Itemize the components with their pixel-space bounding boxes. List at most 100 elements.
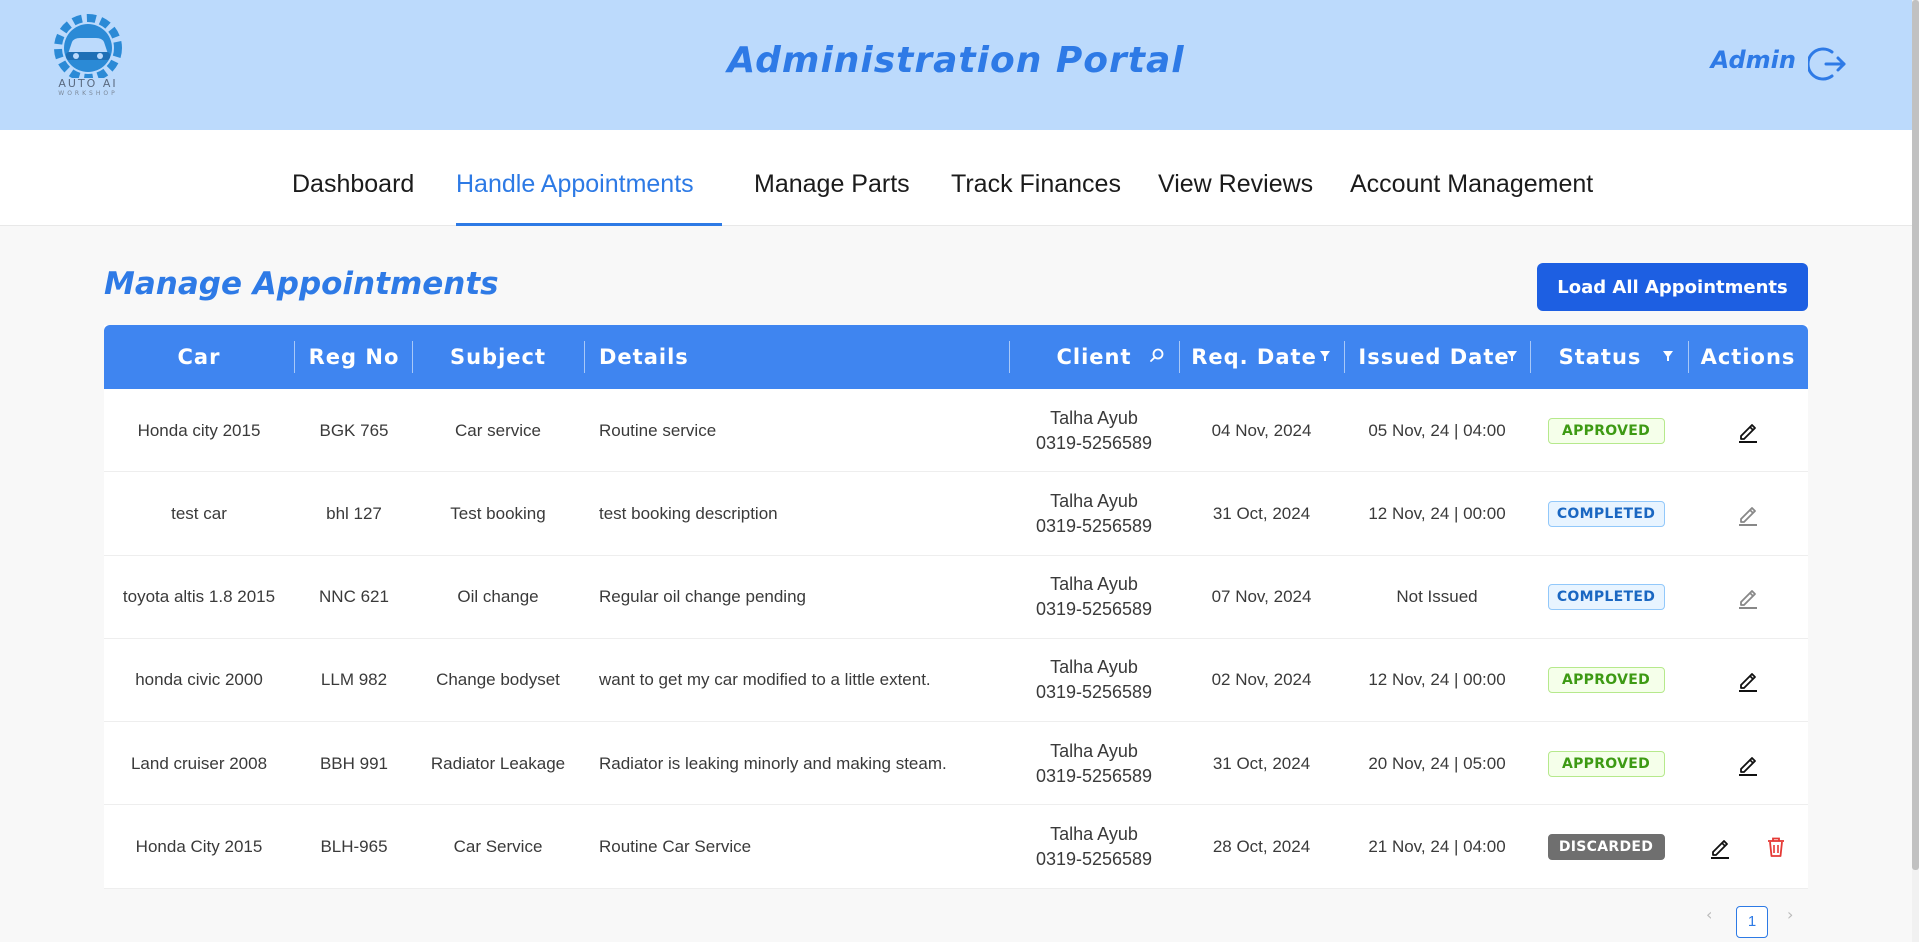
cell-status: APPROVED (1530, 722, 1682, 805)
cell-reg-no: BGK 765 (319, 420, 389, 440)
tab-view-reviews[interactable]: View Reviews (1158, 170, 1313, 199)
search-icon[interactable] (1149, 347, 1165, 365)
cell-client: Talha Ayub 0319-5256589 (1009, 389, 1179, 472)
cell-car: test car (171, 503, 227, 523)
edit-icon[interactable] (1735, 667, 1761, 693)
column-header-status: Status (1558, 345, 1642, 369)
cell-actions (1688, 805, 1808, 888)
next-page-button[interactable]: › (1787, 905, 1793, 924)
cell-issued-date: 05 Nov, 24 | 04:00 (1368, 420, 1506, 440)
client-name: Talha Ayub (1050, 740, 1138, 761)
client-name: Talha Ayub (1050, 823, 1138, 844)
status-badge: DISCARDED (1547, 833, 1665, 860)
cell-req-date: 31 Oct, 2024 (1212, 753, 1311, 773)
cell-subject: Test booking (450, 503, 546, 523)
cell-actions (1688, 389, 1808, 472)
cell-details: test booking description (599, 503, 778, 523)
status-badge: APPROVED (1547, 417, 1665, 444)
cell-car: honda civic 2000 (135, 670, 263, 690)
client-name: Talha Ayub (1050, 657, 1138, 678)
cell-reg-no: BBH 991 (319, 753, 389, 773)
table-header: Car Reg No Subject Details Client Req. D… (104, 325, 1808, 389)
cell-car: Land cruiser 2008 (130, 753, 268, 773)
tab-manage-parts[interactable]: Manage Parts (754, 170, 910, 199)
trash-icon[interactable] (1763, 834, 1789, 860)
cell-client: Talha Ayub 0319-5256589 (1009, 639, 1179, 722)
cell-actions (1688, 722, 1808, 805)
column-header-details: Details (599, 345, 689, 369)
edit-icon[interactable] (1735, 584, 1761, 610)
cell-actions (1688, 639, 1808, 722)
cell-issued-date: 20 Nov, 24 | 05:00 (1368, 753, 1506, 773)
appointments-table: Car Reg No Subject Details Client Req. D… (104, 325, 1808, 889)
cell-req-date: 31 Oct, 2024 (1212, 503, 1311, 523)
column-header-issued-date: Issued Date (1358, 345, 1510, 369)
table-body: Honda city 2015 BGK 765 Car service Rout… (104, 389, 1808, 889)
client-phone: 0319-5256589 (1035, 848, 1153, 869)
cell-req-date: 28 Oct, 2024 (1212, 836, 1311, 856)
active-tab-indicator (456, 223, 722, 226)
table-row: Honda City 2015 BLH-965 Car Service Rout… (104, 805, 1808, 889)
prev-page-button[interactable]: ‹ (1706, 905, 1712, 924)
tab-handle-appointments[interactable]: Handle Appointments (456, 170, 694, 199)
table-row: toyota altis 1.8 2015 NNC 621 Oil change… (104, 556, 1808, 639)
logout-icon[interactable] (1808, 44, 1848, 84)
top-header: AUTO AI WORKSHOP Administration Portal A… (0, 0, 1912, 130)
filter-icon[interactable] (1660, 347, 1676, 365)
edit-icon[interactable] (1735, 418, 1761, 444)
cell-reg-no: BLH-965 (320, 836, 388, 856)
cell-actions (1688, 556, 1808, 639)
tab-track-finances[interactable]: Track Finances (951, 170, 1121, 199)
cell-subject: Car Service (453, 836, 543, 856)
table-row: Honda city 2015 BGK 765 Car service Rout… (104, 389, 1808, 473)
filter-icon[interactable] (1317, 347, 1333, 365)
edit-icon[interactable] (1735, 751, 1761, 777)
edit-icon[interactable] (1735, 501, 1761, 527)
status-badge: APPROVED (1547, 667, 1665, 694)
client-phone: 0319-5256589 (1035, 682, 1153, 703)
cell-car: Honda City 2015 (135, 836, 263, 856)
client-phone: 0319-5256589 (1035, 515, 1153, 536)
cell-req-date: 07 Nov, 2024 (1211, 587, 1312, 607)
column-header-subject: Subject (449, 345, 547, 369)
cell-client: Talha Ayub 0319-5256589 (1009, 472, 1179, 555)
status-badge: COMPLETED (1547, 584, 1665, 611)
tab-dashboard[interactable]: Dashboard (292, 170, 414, 199)
table-row: honda civic 2000 LLM 982 Change bodyset … (104, 639, 1808, 723)
cell-req-date: 04 Nov, 2024 (1211, 420, 1312, 440)
cell-actions (1688, 472, 1808, 555)
cell-details: want to get my car modified to a little … (599, 670, 931, 690)
admin-user-label[interactable]: Admin (1711, 46, 1796, 74)
client-name: Talha Ayub (1050, 407, 1138, 428)
scrollbar-track[interactable] (1912, 0, 1919, 942)
cell-issued-date: Not Issued (1396, 587, 1478, 607)
column-header-car: Car (177, 345, 221, 369)
page-number-button[interactable]: 1 (1736, 906, 1768, 938)
status-badge: COMPLETED (1547, 500, 1665, 527)
cell-subject: Radiator Leakage (430, 753, 566, 773)
column-header-actions: Actions (1700, 345, 1796, 369)
column-divider (584, 341, 585, 373)
cell-client: Talha Ayub 0319-5256589 (1009, 556, 1179, 639)
client-phone: 0319-5256589 (1035, 432, 1153, 453)
cell-status: COMPLETED (1530, 472, 1682, 555)
table-row: test car bhl 127 Test booking test booki… (104, 472, 1808, 556)
filter-icon[interactable] (1504, 347, 1520, 365)
cell-status: COMPLETED (1530, 556, 1682, 639)
cell-subject: Change bodyset (436, 670, 560, 690)
status-badge: APPROVED (1547, 750, 1665, 777)
load-all-appointments-button[interactable]: Load All Appointments (1537, 263, 1808, 311)
column-header-reg-no: Reg No (308, 345, 400, 369)
tab-account-management[interactable]: Account Management (1350, 170, 1593, 199)
cell-details: Radiator is leaking minorly and making s… (599, 753, 947, 773)
cell-issued-date: 12 Nov, 24 | 00:00 (1368, 670, 1506, 690)
scrollbar-thumb[interactable] (1912, 0, 1919, 870)
cell-reg-no: bhl 127 (326, 503, 382, 523)
cell-issued-date: 12 Nov, 24 | 00:00 (1368, 503, 1506, 523)
edit-icon[interactable] (1707, 834, 1733, 860)
cell-subject: Oil change (457, 587, 539, 607)
client-name: Talha Ayub (1050, 574, 1138, 595)
cell-status: APPROVED (1530, 389, 1682, 472)
column-header-req-date: Req. Date (1191, 345, 1317, 369)
cell-details: Routine service (599, 420, 717, 440)
